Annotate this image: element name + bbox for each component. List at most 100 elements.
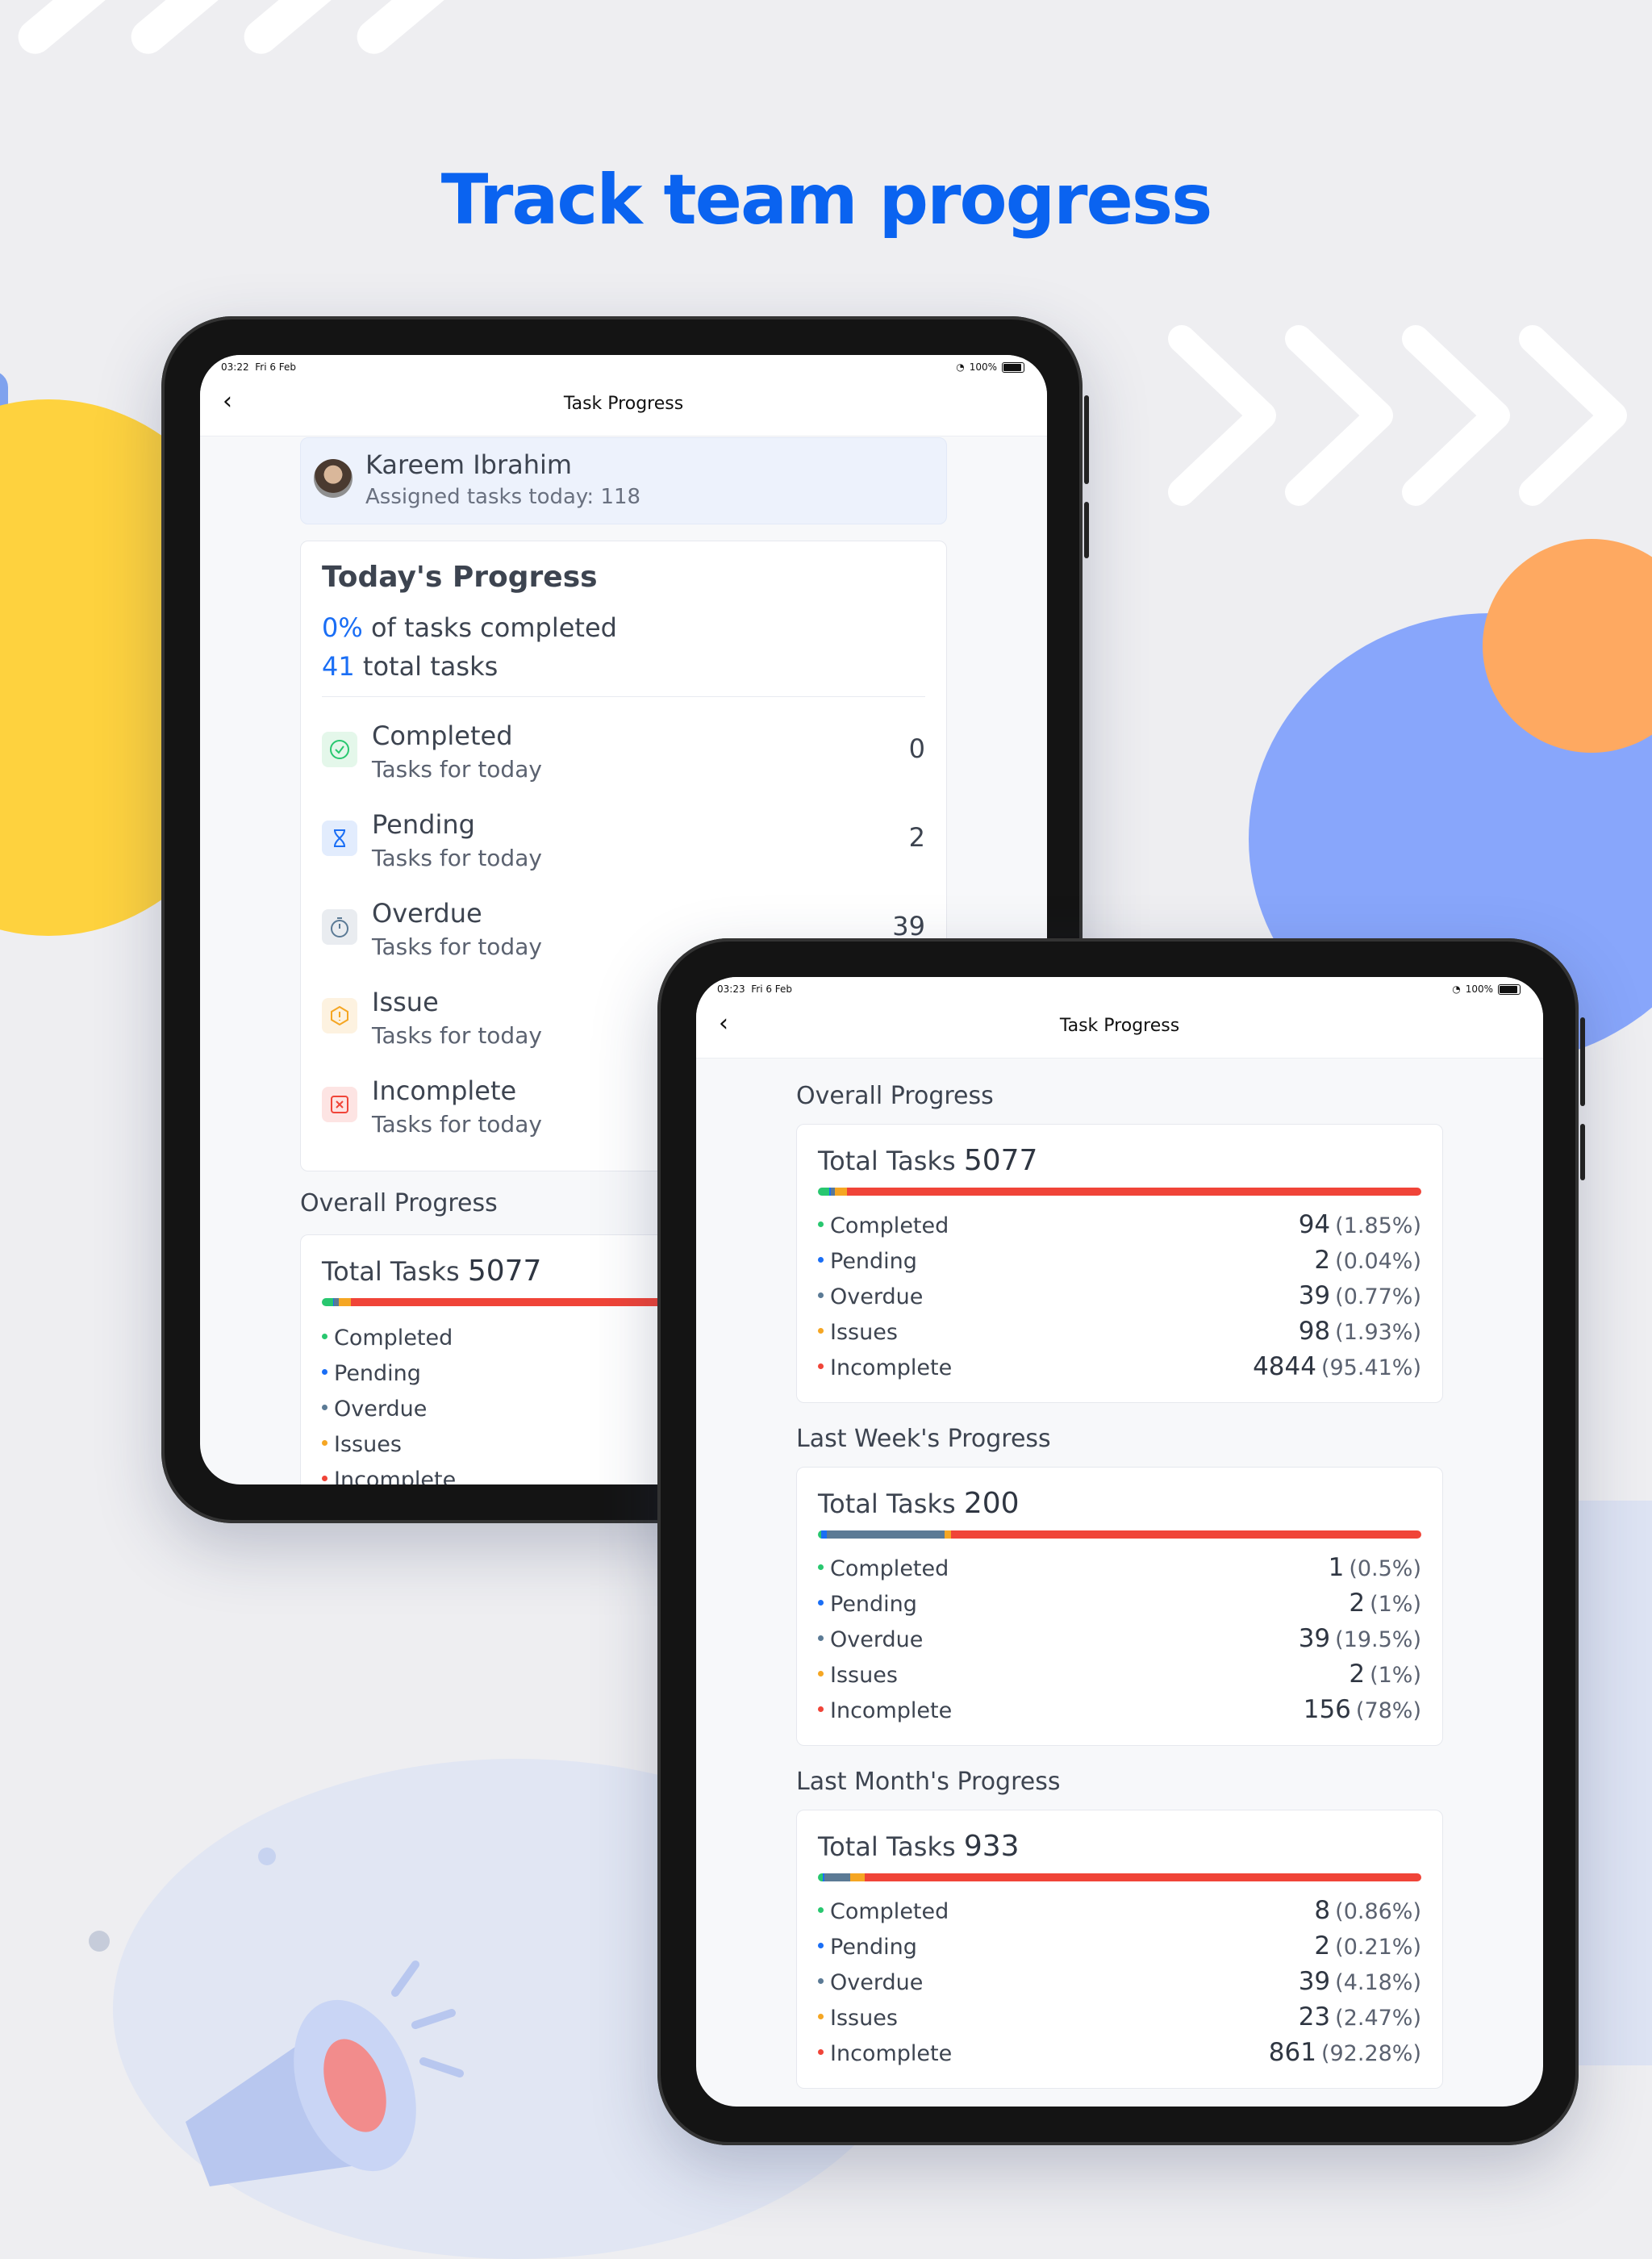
today-item-completed[interactable]: Completed Tasks for today 0 [322, 720, 925, 801]
row-value: 8 (0.86%) [1314, 1896, 1421, 1925]
bar-segment-issues [945, 1530, 951, 1539]
legend-dot [818, 1221, 824, 1227]
wifi-icon: ◔ [956, 361, 965, 373]
row-incomplete: Incomplete 156 (78%) [818, 1695, 1421, 1734]
row-issues: Issues 2 (1%) [818, 1660, 1421, 1698]
legend-dot [818, 1363, 824, 1369]
today-item-pending[interactable]: Pending Tasks for today 2 [322, 809, 925, 890]
legend-dot [818, 2014, 824, 2019]
bar-segment-pending [820, 1530, 828, 1539]
row-label: Pending [830, 1249, 917, 1274]
x-square-icon [322, 1087, 357, 1122]
row-value: 861 (92.28%) [1268, 2038, 1421, 2067]
warning-icon [322, 998, 357, 1033]
assigned-tasks: Assigned tasks today: 118 [365, 485, 641, 509]
percent-completed: 0% of tasks completed [322, 612, 617, 643]
row-issues: Issues 98 (1.93%) [818, 1317, 1421, 1355]
row-overdue: Overdue 39 (19.5%) [818, 1624, 1421, 1663]
legend-dot [818, 1706, 824, 1712]
nav-bar: ‹ Task Progress [696, 1001, 1543, 1059]
legend-dot [818, 1257, 824, 1263]
last-week-s-progress-card: Total Tasks 200 Completed 1 (0.5%) Pending 2(… [796, 1467, 1443, 1746]
divider [322, 696, 925, 697]
user-card[interactable]: Kareem Ibrahim Assigned tasks today: 118 [300, 437, 947, 524]
legend-dot [818, 1671, 824, 1677]
row-label: Issues [830, 1320, 898, 1345]
battery-icon [1002, 361, 1024, 373]
tablet-front-screen: 03:23 Fri 6 Feb ◔ 100% ‹ Task Progress Ov… [696, 977, 1543, 2107]
row-label: Issues [830, 1663, 898, 1688]
overall-progress-bar [818, 1188, 1421, 1196]
status-bar: 03:23 Fri 6 Feb ◔ 100% [696, 977, 1543, 1001]
bar-segment-completed [818, 1188, 829, 1196]
total-tasks: Total Tasks 5077 [818, 1144, 1038, 1177]
bar-segment-completed [322, 1298, 333, 1306]
legend-issues: Issues [322, 1432, 402, 1468]
row-completed: Completed 94 (1.85%) [818, 1210, 1421, 1249]
legend-dot [818, 2049, 824, 2055]
total-tasks: Total Tasks 200 [818, 1487, 1020, 1520]
bar-segment-incomplete [865, 1873, 1421, 1881]
bar-segment-issues [835, 1188, 847, 1196]
row-label: Incomplete [830, 1355, 953, 1380]
hourglass-icon [322, 821, 357, 856]
bar-segment-incomplete [846, 1188, 1421, 1196]
overall-progress-title: Overall Progress [796, 1082, 994, 1110]
row-pending: Pending 2 (0.21%) [818, 1931, 1421, 1970]
last-week-s-progress-title: Last Week's Progress [796, 1425, 1051, 1453]
bar-segment-issues [849, 1873, 865, 1881]
stopwatch-icon [322, 909, 357, 945]
page-title: Task Progress [1059, 1016, 1180, 1036]
row-label: Issues [830, 2006, 898, 2031]
user-name: Kareem Ibrahim [365, 449, 573, 480]
row-value: 94 (1.85%) [1298, 1210, 1421, 1239]
legend-pending: Pending [322, 1361, 421, 1397]
row-value: 2 (0.21%) [1314, 1931, 1421, 1960]
legend-dot [818, 1292, 824, 1298]
battery-icon [1498, 983, 1521, 995]
total-tasks-today: 41 total tasks [322, 651, 499, 682]
row-overdue: Overdue 39 (0.77%) [818, 1281, 1421, 1320]
legend-dot [818, 1943, 824, 1948]
wifi-icon: ◔ [1452, 983, 1461, 995]
row-issues: Issues 23 (2.47%) [818, 2002, 1421, 2041]
row-pending: Pending 2 (0.04%) [818, 1246, 1421, 1284]
row-value: 39 (4.18%) [1298, 1967, 1421, 1996]
bar-segment-overdue [827, 1530, 945, 1539]
row-incomplete: Incomplete 4844 (95.41%) [818, 1352, 1421, 1391]
row-value: 23 (2.47%) [1298, 2002, 1421, 2031]
legend-overdue: Overdue [322, 1397, 427, 1432]
row-label: Completed [830, 1556, 949, 1581]
headline: Track team progress [440, 160, 1213, 240]
row-overdue: Overdue 39 (4.18%) [818, 1967, 1421, 2006]
legend-dot [818, 1564, 824, 1570]
last-week-s-progress-bar [818, 1530, 1421, 1539]
row-value: 1 (0.5%) [1328, 1553, 1421, 1582]
megaphone-icon [186, 1960, 464, 2186]
row-pending: Pending 2 (1%) [818, 1589, 1421, 1627]
row-value: 156 (78%) [1303, 1695, 1421, 1724]
row-label: Overdue [830, 1627, 924, 1652]
legend-dot [818, 1600, 824, 1606]
page-title: Task Progress [563, 394, 684, 414]
bar-segment-issues [339, 1298, 351, 1306]
row-value: 39 (0.77%) [1298, 1281, 1421, 1310]
row-value: 2 (1%) [1349, 1660, 1421, 1689]
legend-dot [818, 1978, 824, 1984]
check-circle-icon [322, 732, 357, 767]
row-label: Incomplete [830, 2041, 953, 2066]
row-value: 39 (19.5%) [1298, 1624, 1421, 1653]
row-completed: Completed 1 (0.5%) [818, 1553, 1421, 1592]
legend-dot [818, 1907, 824, 1913]
total-tasks: Total Tasks 933 [818, 1830, 1020, 1863]
total-tasks: Total Tasks 5077 [322, 1255, 542, 1288]
last-month-s-progress-title: Last Month's Progress [796, 1768, 1061, 1796]
bar-segment-overdue [824, 1873, 850, 1881]
row-value: 2 (1%) [1349, 1589, 1421, 1618]
row-label: Completed [830, 1213, 949, 1238]
legend-dot [818, 1635, 824, 1641]
overall-progress-card: Total Tasks 5077 Completed 94 (1.85%) Pendin… [796, 1124, 1443, 1403]
legend-incomplete: Incomplete [322, 1468, 456, 1484]
today-title: Today's Progress [322, 561, 598, 594]
row-label: Overdue [830, 1284, 924, 1309]
